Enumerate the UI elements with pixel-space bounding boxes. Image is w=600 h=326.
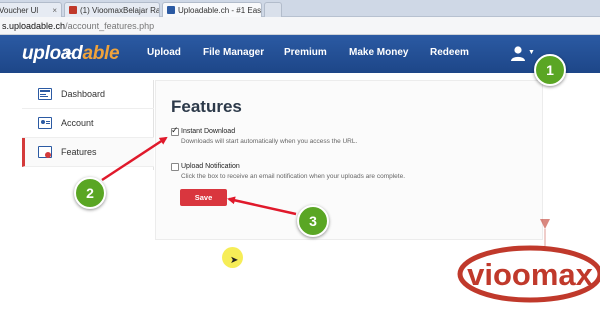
site-navbar: uploadable Upload File Manager Premium M… (0, 35, 600, 73)
url-host: s.uploadable.ch (2, 21, 66, 31)
nav-upload[interactable]: Upload (147, 47, 181, 58)
nav-file-manager[interactable]: File Manager (203, 47, 264, 58)
uploadable-favicon-icon (167, 6, 175, 14)
user-icon[interactable] (509, 45, 527, 61)
tab-label: Voucher Ul (0, 5, 39, 15)
vioomax-watermark: vioomax (457, 219, 600, 303)
browser-tab-active[interactable]: Uploadable.ch - #1 Easy × (162, 2, 262, 17)
step-badge-2: 2 (74, 177, 106, 209)
logo-text-able: able (82, 43, 120, 64)
features-icon (38, 146, 52, 158)
new-tab-button[interactable] (264, 2, 282, 17)
sidebar-item-account[interactable]: Account (22, 109, 154, 138)
account-card-icon (38, 117, 52, 129)
save-button[interactable]: Save (180, 189, 227, 206)
upload-notification-description: Click the box to receive an email notifi… (181, 173, 406, 180)
upload-notification-label: Upload Notification (181, 163, 240, 170)
tab-label: (1) VioomaxBelajar Rajanya Account (80, 5, 160, 15)
logo-text-upload: upload (22, 43, 83, 64)
account-sidebar: Dashboard Account Features (22, 80, 154, 170)
address-bar[interactable]: s.uploadable.ch/account_features.php (0, 17, 600, 35)
step-badge-1: 1 (534, 54, 566, 86)
browser-tab[interactable]: Voucher Ul × (0, 2, 62, 17)
instant-download-label: Instant Download (181, 128, 236, 135)
page-title: Features (171, 97, 242, 116)
sidebar-item-label: Account (61, 118, 94, 128)
nav-make-money[interactable]: Make Money (349, 47, 408, 58)
mouse-cursor-icon: ➤ (230, 255, 239, 266)
tab-label: Uploadable.ch - #1 Easy (178, 5, 262, 15)
dashboard-icon (38, 88, 52, 100)
close-tab-icon[interactable]: × (49, 6, 57, 15)
upload-notification-checkbox[interactable] (171, 163, 179, 171)
sidebar-item-features[interactable]: Features (22, 138, 154, 167)
sidebar-item-dashboard[interactable]: Dashboard (22, 80, 154, 109)
vioomax-favicon-icon (69, 6, 77, 14)
browser-tab[interactable]: (1) VioomaxBelajar Rajanya Account × (64, 2, 160, 17)
watermark-text: vioomax (467, 257, 594, 292)
nav-redeem[interactable]: Redeem (430, 47, 469, 58)
nav-premium[interactable]: Premium (284, 47, 327, 58)
sidebar-item-label: Features (61, 147, 97, 157)
browser-tab-bar: Voucher Ul × (1) VioomaxBelajar Rajanya … (0, 0, 600, 17)
sidebar-item-label: Dashboard (61, 89, 106, 99)
chevron-down-icon[interactable]: ▼ (528, 49, 535, 56)
instant-download-description: Downloads will start automatically when … (181, 138, 358, 145)
mouse-cursor-icon: ➤ (64, 48, 74, 60)
url-path: /account_features.php (65, 21, 155, 31)
instant-download-checkbox[interactable] (171, 125, 179, 136)
step-badge-3: 3 (297, 205, 329, 237)
